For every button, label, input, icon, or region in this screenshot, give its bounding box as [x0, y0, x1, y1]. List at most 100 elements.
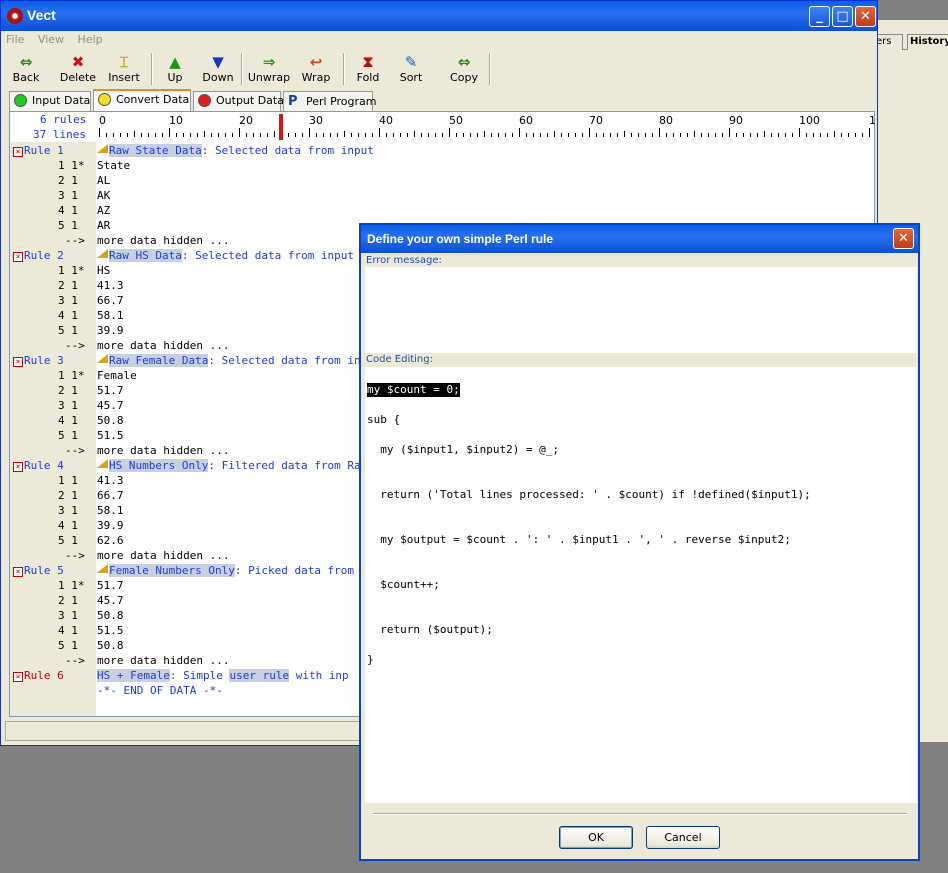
- ruler-number: 1: [869, 114, 876, 127]
- ruler-tick: [722, 133, 723, 137]
- ruler-tick: [827, 133, 828, 137]
- data-row[interactable]: 1 1*State: [10, 158, 874, 173]
- yellow-circle-icon: [98, 93, 111, 106]
- menu-view[interactable]: View: [33, 32, 69, 47]
- code-line[interactable]: $count++;: [367, 578, 440, 592]
- fold-button[interactable]: ⧗Fold: [347, 53, 389, 87]
- down-button[interactable]: ▼Down: [195, 53, 241, 87]
- ruler-tick: [666, 133, 667, 137]
- dialog-close-button[interactable]: ✕: [893, 228, 914, 249]
- ok-button[interactable]: OK: [559, 826, 633, 849]
- ruler-tick: [526, 133, 527, 137]
- rule-title-cell: HS + Female: Simple user rule with inp: [97, 668, 349, 683]
- back-button[interactable]: ⇔Back: [5, 53, 47, 87]
- ruler-tick: [862, 133, 863, 137]
- copy-button[interactable]: ⇔Copy: [441, 53, 487, 87]
- tab-input-data[interactable]: Input Data: [9, 91, 91, 111]
- rule-name: Female Numbers Only: [109, 564, 235, 577]
- code-editing-label: Code Editing:: [365, 353, 917, 367]
- code-line[interactable]: return ($output);: [367, 623, 493, 637]
- delete-rule-icon[interactable]: ×: [13, 147, 23, 157]
- ruler-number: 40: [379, 114, 393, 127]
- ruler-tick: [764, 131, 765, 137]
- delete-rule-icon[interactable]: ×: [13, 252, 23, 262]
- ruler-tick: [316, 133, 317, 137]
- tab-label: Perl Program: [306, 95, 377, 108]
- insert-button[interactable]: ⌶Insert: [101, 53, 147, 87]
- ruler-tick: [729, 128, 730, 137]
- ruler-tick: [645, 133, 646, 137]
- data-row[interactable]: 3 1AK: [10, 188, 874, 203]
- up-button[interactable]: ▲Up: [155, 53, 195, 87]
- wrap-button[interactable]: ↩Wrap: [295, 53, 337, 87]
- sort-icon: ✎: [391, 53, 431, 71]
- ruler-tick: [127, 133, 128, 137]
- delete-rule-icon[interactable]: ×: [13, 672, 23, 682]
- ruler-tick: [183, 133, 184, 137]
- rule-header[interactable]: ×Rule 1Raw State Data: Selected data fro…: [10, 143, 874, 158]
- delete-rule-icon[interactable]: ×: [13, 357, 23, 367]
- ruler-tick: [547, 133, 548, 137]
- row-value: 50.8: [97, 413, 124, 428]
- minimize-button[interactable]: _: [809, 6, 830, 27]
- row-value: Female: [97, 368, 137, 383]
- row-number: 3 1: [10, 293, 96, 308]
- data-row[interactable]: 2 1AL: [10, 173, 874, 188]
- tab-output-data[interactable]: Output Data: [193, 91, 281, 111]
- ruler-tick: [379, 128, 380, 137]
- row-value: 39.9: [97, 518, 124, 533]
- rule-name: Raw Female Data: [109, 354, 208, 367]
- tab-perl-program[interactable]: PPerl Program: [283, 91, 373, 111]
- close-button[interactable]: ✕: [855, 6, 876, 27]
- ruler-tick: [568, 133, 569, 137]
- maximize-button[interactable]: □: [832, 6, 853, 27]
- delete-rule-icon[interactable]: ×: [13, 462, 23, 472]
- ruler-tick: [393, 133, 394, 137]
- menu-help[interactable]: Help: [73, 32, 108, 47]
- rule-description: : Selected data from input: [202, 144, 374, 157]
- rule-label-cell: ×Rule 5: [10, 563, 96, 578]
- ruler-tick: [414, 131, 415, 137]
- code-line[interactable]: my $output = $count . ': ' . $input1 . '…: [367, 533, 791, 547]
- tab-convert-data[interactable]: Convert Data: [93, 89, 191, 111]
- ruler-tick: [155, 133, 156, 137]
- ruler-tick: [491, 133, 492, 137]
- code-editor[interactable]: my $count = 0; sub { my ($input1, $input2…: [365, 367, 917, 803]
- down-arrow-icon: ▼: [195, 53, 241, 71]
- delete-button[interactable]: ✖Delete: [55, 53, 101, 87]
- ruler-tick: [701, 133, 702, 137]
- perl-rule-dialog: Define your own simple Perl rule ✕ Error…: [359, 223, 920, 861]
- ruler-tick: [351, 133, 352, 137]
- ruler-tick: [148, 133, 149, 137]
- toolbar-separator: [151, 53, 153, 85]
- ruler-tick: [407, 133, 408, 137]
- code-line[interactable]: }: [367, 653, 374, 667]
- back-icon: ⇔: [5, 53, 47, 71]
- ruler-tick: [624, 131, 625, 137]
- row-number: 3 1: [10, 608, 96, 623]
- dialog-title: Define your own simple Perl rule: [361, 225, 918, 253]
- cancel-button[interactable]: Cancel: [646, 826, 720, 849]
- sort-button[interactable]: ✎Sort: [391, 53, 431, 87]
- row-number: 1 1*: [10, 263, 96, 278]
- menu-file[interactable]: File: [1, 32, 29, 47]
- rule-description-highlight: user rule: [229, 669, 289, 682]
- data-row[interactable]: 4 1AZ: [10, 203, 874, 218]
- ruler-tick: [484, 131, 485, 137]
- background-tab-history[interactable]: History: [907, 34, 948, 50]
- ruler-tick: [834, 131, 835, 137]
- ruler-tick: [771, 133, 772, 137]
- unwrap-button[interactable]: ⇒Unwrap: [243, 53, 295, 87]
- code-line[interactable]: my ($input1, $input2) = @_;: [367, 443, 559, 457]
- delete-rule-icon[interactable]: ×: [13, 567, 23, 577]
- code-line[interactable]: return ('Total lines processed: ' . $cou…: [367, 488, 811, 502]
- column-marker[interactable]: [279, 114, 283, 140]
- ruler-number: 20: [239, 114, 253, 127]
- error-message-label: Error message:: [365, 254, 917, 268]
- rule-label-cell: ×Rule 6: [10, 668, 96, 683]
- toolbar-separator: [343, 53, 345, 85]
- rule-name: Raw State Data: [109, 144, 202, 157]
- code-line[interactable]: my $count = 0;: [367, 383, 460, 397]
- error-message-box: [365, 267, 917, 353]
- code-line[interactable]: sub {: [367, 413, 400, 427]
